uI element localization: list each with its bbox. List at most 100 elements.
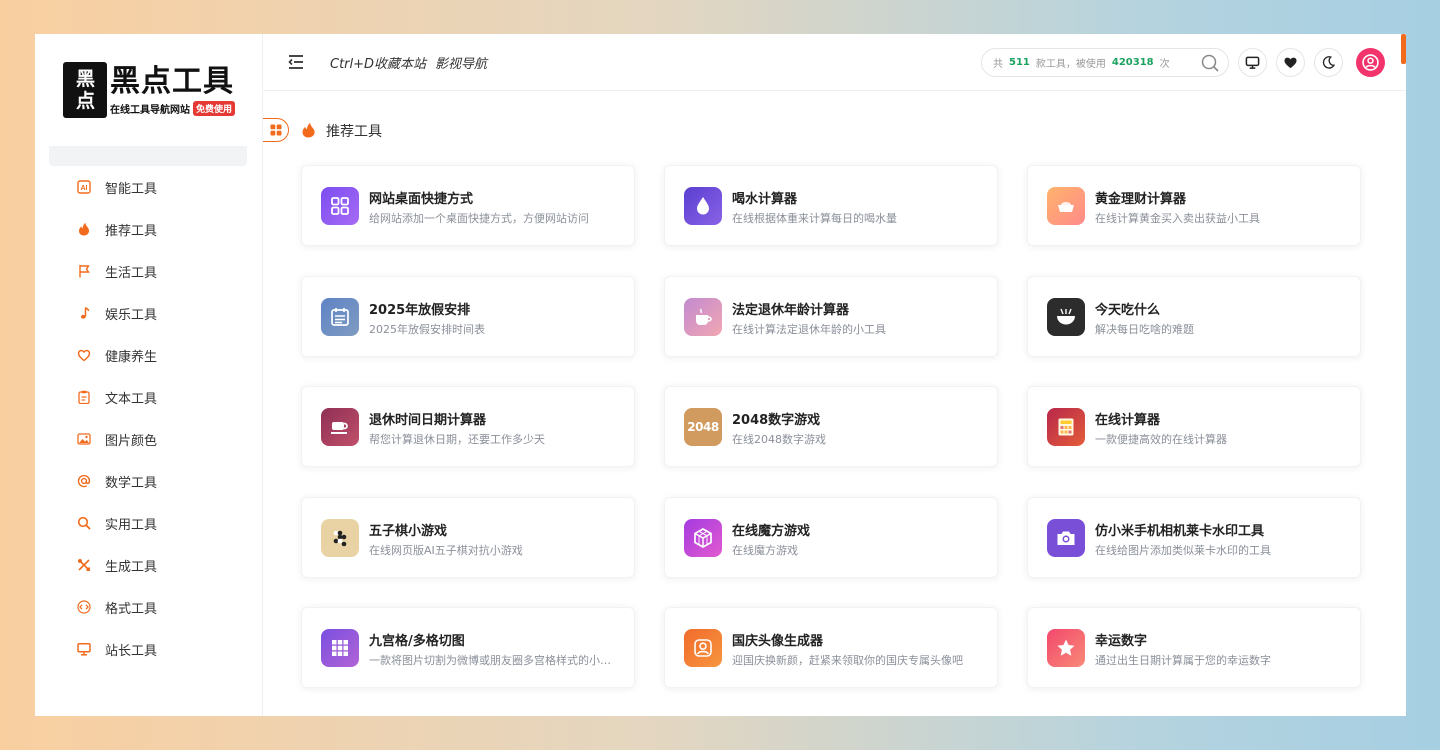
- tool-card-title: 黄金理财计算器: [1095, 192, 1187, 207]
- tool-card[interactable]: 五子棋小游戏 在线网页版AI五子棋对抗小游戏: [301, 496, 635, 578]
- sidebar-item-label: 推荐工具: [105, 223, 158, 239]
- tool-card[interactable]: 幸运数字 通过出生日期计算属于您的幸运数字: [1027, 607, 1361, 688]
- tool-card-description: 一款便捷高效的在线计算器: [1095, 433, 1227, 446]
- sidebar-item-12[interactable]: 站长工具: [49, 628, 247, 670]
- favorite-button[interactable]: [1276, 48, 1305, 77]
- flame-icon: [77, 222, 91, 236]
- tool-card-description: 一款将图片切割为微博或朋友圈多宫格样式的小工具: [369, 654, 619, 667]
- tool-card[interactable]: 2048 2048数字游戏 在线2048数字游戏: [664, 386, 998, 467]
- dark-mode-button[interactable]: [1314, 48, 1343, 77]
- tool-card-description: 在线根据体重来计算每日的喝水量: [732, 212, 897, 225]
- sidebar-item-label: 娱乐工具: [105, 307, 158, 323]
- tool-card-description: 在线计算黄金买入卖出获益小工具: [1095, 212, 1260, 225]
- tool-card-title: 2025年放假安排: [369, 302, 471, 318]
- top-header: Ctrl+D收藏本站 影视导航 共 511 款工具，被使用 420318 次: [263, 34, 1406, 91]
- sidebar-item-label: 格式工具: [105, 601, 158, 617]
- sidebar-item-9[interactable]: 实用工具: [49, 502, 247, 544]
- tool-card[interactable]: 在线魔方游戏 在线魔方游戏: [664, 496, 998, 578]
- heart-icon: [77, 348, 91, 362]
- grid-icon: [270, 124, 281, 136]
- grid-toggle-button[interactable]: [263, 118, 289, 142]
- sidebar-item-4[interactable]: 娱乐工具: [49, 292, 247, 334]
- moon-icon: [1322, 56, 1336, 69]
- camera-icon: [1047, 518, 1085, 557]
- sidebar-item-label: 健康养生: [105, 349, 158, 365]
- tool-card[interactable]: 喝水计算器 在线根据体重来计算每日的喝水量: [664, 165, 998, 246]
- sidebar: 黑点 黑点工具 在线工具导航网站 免费使用 AI 智能工具推荐工具生活工具娱乐工具…: [35, 34, 263, 716]
- tool-card-description: 迎国庆换新颜，赶紧来领取你的国庆专属头像吧: [732, 654, 963, 667]
- image-icon: [77, 432, 91, 446]
- sidebar-item-3[interactable]: 生活工具: [49, 250, 247, 292]
- flame-icon: [302, 122, 315, 138]
- app-window: 黑点 黑点工具 在线工具导航网站 免费使用 AI 智能工具推荐工具生活工具娱乐工具…: [35, 34, 1406, 716]
- user-icon: [1362, 54, 1379, 71]
- tool-card-title: 九宫格/多格切图: [369, 634, 465, 649]
- monitor-icon: [77, 642, 91, 656]
- sidebar-item-5[interactable]: 健康养生: [49, 334, 247, 376]
- tool-card[interactable]: 在线计算器一款便捷高效的在线计算器: [1027, 386, 1361, 467]
- sidebar-item-label: 图片颜色: [105, 433, 158, 449]
- tool-card-title: 在线计算器: [1095, 413, 1161, 428]
- sidebar-item-label: 文本工具: [105, 391, 158, 407]
- search-icon[interactable]: [1200, 53, 1220, 73]
- tool-card-description: 在线2048数字游戏: [732, 433, 826, 446]
- sidebar-item-6[interactable]: 文本工具: [49, 376, 247, 418]
- calculator-icon: [1047, 408, 1085, 446]
- ai-icon: AI: [77, 180, 91, 194]
- menu-toggle-icon[interactable]: [287, 53, 305, 71]
- tool-card-title: 网站桌面快捷方式: [369, 192, 474, 207]
- use-count: 420318: [1111, 57, 1154, 68]
- tool-count: 511: [1009, 57, 1030, 68]
- sidebar-item-label: 站长工具: [105, 643, 158, 659]
- code-icon: [77, 600, 91, 614]
- site-logo[interactable]: 黑点 黑点工具 在线工具导航网站 免费使用: [49, 34, 249, 146]
- logo-title: 黑点工具: [109, 63, 234, 99]
- tool-card-title: 仿小米手机相机莱卡水印工具: [1095, 523, 1265, 539]
- tool-card[interactable]: 黄金理财计算器在线计算黄金买入卖出获益小工具: [1027, 165, 1361, 246]
- tool-card[interactable]: 网站桌面快捷方式 给网站添加一个桌面快捷方式，方便网站访问: [301, 165, 635, 246]
- sidebar-item-8[interactable]: 数学工具: [49, 460, 247, 502]
- tools-icon: [77, 558, 91, 572]
- search-input[interactable]: 共 511 款工具，被使用 420318 次: [981, 48, 1229, 77]
- sidebar-item-2[interactable]: 推荐工具: [49, 208, 247, 250]
- tool-card-title: 五子棋小游戏: [369, 523, 448, 539]
- sidebar-item-10[interactable]: 生成工具: [49, 544, 247, 586]
- tool-card[interactable]: 九宫格/多格切图一款将图片切割为微博或朋友圈多宫格样式的小工具: [301, 607, 635, 688]
- tool-card[interactable]: 退休时间日期计算器 帮您计算退休日期，还要工作多少天: [301, 386, 635, 467]
- sidebar-item-7[interactable]: 图片颜色: [49, 418, 247, 460]
- scrollbar-thumb[interactable]: [1401, 34, 1406, 64]
- video-nav-link[interactable]: 影视导航: [435, 53, 487, 72]
- tool-card[interactable]: 今天吃什么 解决每日吃啥的难题: [1027, 275, 1361, 357]
- logo-mark: 黑点: [62, 62, 107, 118]
- tool-card[interactable]: 2025年放假安排 2025年放假安排时间表: [301, 275, 635, 357]
- monitor-icon: [1245, 56, 1260, 69]
- 2048-icon: 2048: [684, 408, 722, 446]
- desktop-button[interactable]: [1238, 48, 1267, 77]
- bowl-icon: [1047, 297, 1085, 336]
- tool-card-description: 在线给图片添加类似莱卡水印的工具: [1095, 543, 1271, 557]
- tool-card-description: 解决每日吃啥的难题: [1095, 322, 1194, 336]
- tool-card-description: 在线计算法定退休年龄的小工具: [732, 322, 886, 336]
- star-icon: [1047, 629, 1085, 667]
- tool-card[interactable]: 仿小米手机相机莱卡水印工具 在线给图片添加类似莱卡水印的工具: [1027, 496, 1361, 578]
- water-drop-icon: [684, 187, 722, 225]
- sidebar-item-11[interactable]: 格式工具: [49, 586, 247, 628]
- user-avatar-button[interactable]: [1356, 48, 1385, 77]
- tool-card[interactable]: 国庆头像生成器迎国庆换新颜，赶紧来领取你的国庆专属头像吧: [664, 607, 998, 688]
- tool-card-title: 2048数字游戏: [732, 413, 821, 428]
- tool-card-title: 在线魔方游戏: [732, 523, 811, 539]
- coffee-cup-icon: [684, 297, 722, 336]
- tool-card[interactable]: 法定退休年龄计算器在线计算法定退休年龄的小工具: [664, 275, 998, 357]
- tool-card-title: 幸运数字: [1095, 634, 1148, 649]
- gomoku-icon: [321, 518, 359, 557]
- tool-card-title: 法定退休年龄计算器: [732, 302, 850, 318]
- sidebar-item-all-tools-stub[interactable]: [49, 146, 247, 166]
- tool-card-title: 国庆头像生成器: [732, 634, 824, 649]
- tea-cup-icon: [321, 408, 359, 446]
- sidebar-item-label: 生成工具: [105, 559, 158, 575]
- sidebar-item-1[interactable]: AI 智能工具: [49, 166, 247, 208]
- sidebar-nav: AI 智能工具推荐工具生活工具娱乐工具健康养生文本工具图片颜色数学工具 实用工具生成…: [49, 166, 247, 670]
- at-sign-icon: [77, 474, 91, 488]
- bookmark-link[interactable]: Ctrl+D收藏本站: [330, 53, 426, 72]
- gold-ingot-icon: [1047, 187, 1085, 225]
